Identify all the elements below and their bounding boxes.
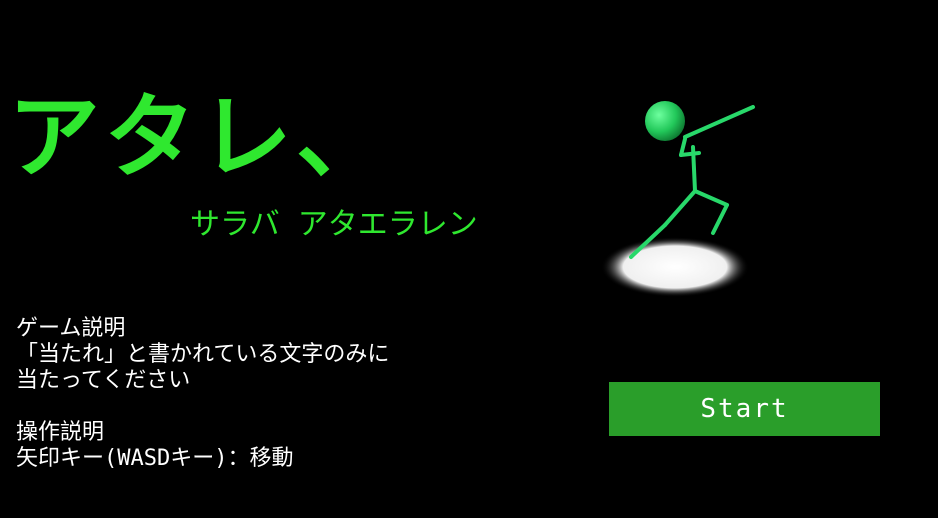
controls-heading: 操作説明 bbox=[16, 420, 105, 445]
game-heading: ゲーム説明 bbox=[16, 316, 126, 341]
start-button[interactable]: Start bbox=[609, 382, 880, 436]
figure-head bbox=[645, 101, 685, 141]
controls-description: 矢印キー(WASDキー)：移動 bbox=[16, 446, 294, 471]
game-description-line-1: 「当たれ」と書かれている文字のみに bbox=[16, 342, 390, 367]
game-subtitle: サラバ アタエラレン bbox=[190, 207, 478, 242]
game-description-line-2: 当たってください bbox=[16, 368, 191, 393]
instructions-panel: ゲーム説明 「当たれ」と書かれている文字のみに 当たってください 操作説明 矢印… bbox=[16, 316, 389, 472]
game-title: アタレ、 bbox=[8, 84, 393, 191]
stick-figure-icon bbox=[595, 95, 765, 305]
figure-shadow bbox=[601, 237, 749, 297]
